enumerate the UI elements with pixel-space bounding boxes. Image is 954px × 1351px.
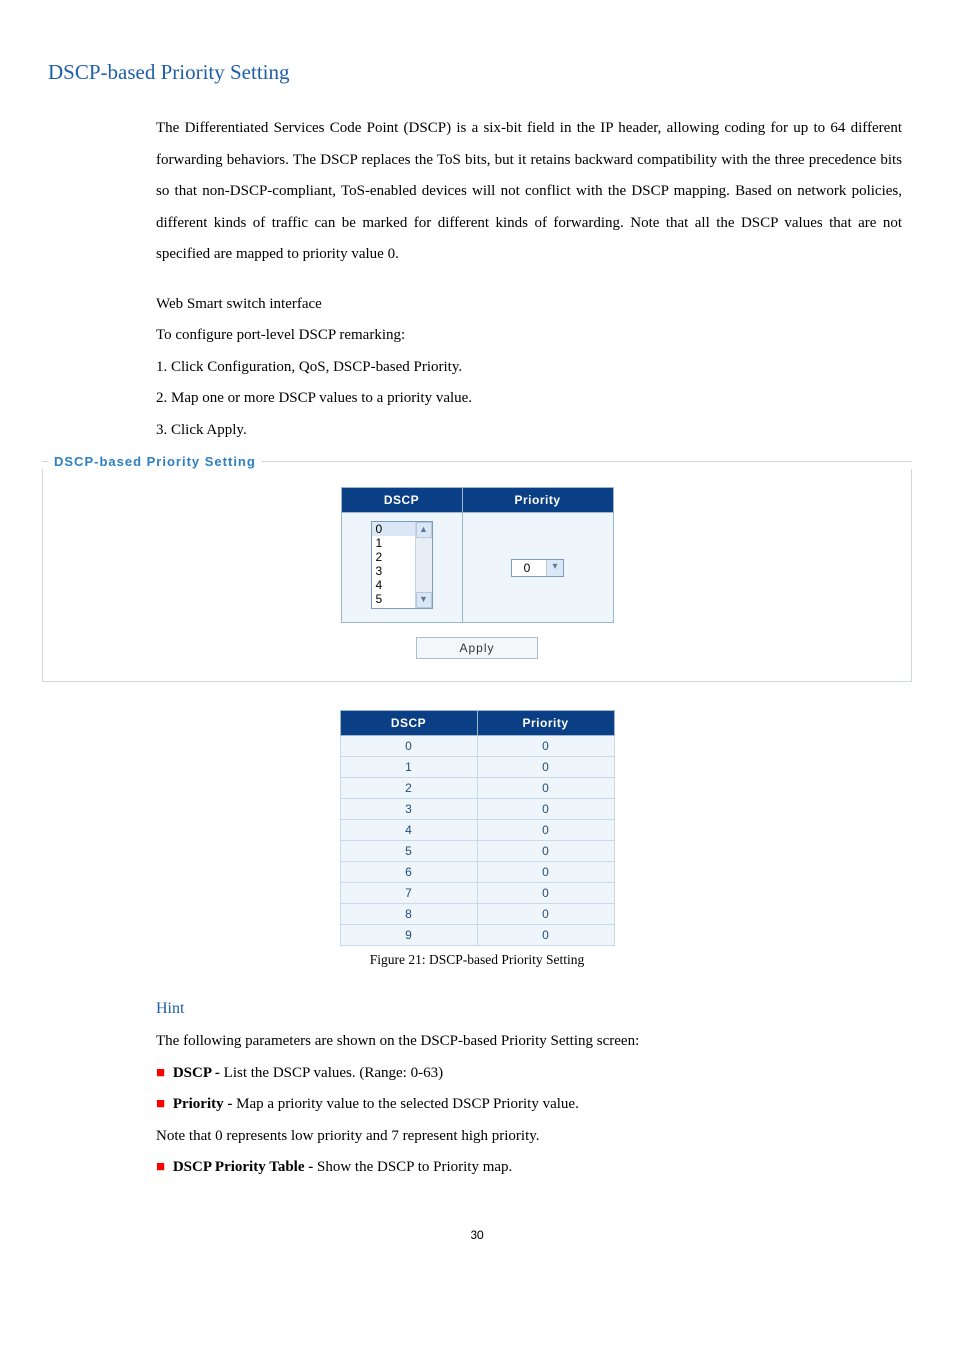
scroll-up-icon[interactable]: ▲	[416, 522, 432, 538]
dscp-priority-panel: DSCP-based Priority Setting DSCP Priorit…	[42, 454, 912, 682]
hint-item-bold: DSCP -	[173, 1065, 224, 1081]
hint-item: ■ DSCP - List the DSCP values. (Range: 0…	[156, 1058, 902, 1090]
hint-item: ■ DSCP Priority Table - Show the DSCP to…	[156, 1152, 902, 1184]
dscp-selection-table: DSCP Priority 0 1 2 3 4 5 ▲ ▼	[341, 487, 614, 623]
priority-select[interactable]: 0 ▾	[511, 559, 564, 577]
step-3: 3. Click Apply.	[156, 415, 902, 447]
page-number: 30	[48, 1228, 906, 1243]
step-2: 2. Map one or more DSCP values to a prio…	[156, 383, 902, 415]
intro-paragraph: The Differentiated Services Code Point (…	[156, 113, 902, 271]
figure-caption: Figure 21: DSCP-based Priority Setting	[48, 952, 906, 968]
table-row: 70	[340, 883, 614, 904]
hint-item-bold: DSCP Priority Table -	[173, 1159, 317, 1175]
panel-legend: DSCP-based Priority Setting	[54, 454, 256, 469]
col-header-dscp: DSCP	[341, 488, 462, 513]
hint-item: ■ Priority - Map a priority value to the…	[156, 1089, 902, 1121]
bullet-icon: ■	[156, 1096, 165, 1112]
col-header-dscp: DSCP	[340, 711, 477, 736]
scrollbar[interactable]: ▲ ▼	[415, 522, 432, 608]
table-row: 50	[340, 841, 614, 862]
hint-title: Hint	[156, 1000, 902, 1018]
hint-intro: The following parameters are shown on th…	[156, 1026, 902, 1058]
table-row: 90	[340, 925, 614, 946]
hint-item-bold: Priority -	[173, 1096, 236, 1112]
dscp-priority-result-table: DSCP Priority 00 10 20 30 40 50 60 70 80…	[340, 710, 615, 946]
hint-item-text: Map a priority value to the selected DSC…	[236, 1096, 579, 1112]
configure-label: To configure port-level DSCP remarking:	[156, 320, 902, 352]
table-row: 30	[340, 799, 614, 820]
dscp-listbox[interactable]: 0 1 2 3 4 5 ▲ ▼	[371, 521, 433, 609]
bullet-icon: ■	[156, 1065, 165, 1081]
hint-item-text: List the DSCP values. (Range: 0-63)	[224, 1065, 443, 1081]
table-row: 60	[340, 862, 614, 883]
bullet-icon: ■	[156, 1159, 165, 1175]
scroll-down-icon[interactable]: ▼	[416, 592, 432, 608]
hint-note: Note that 0 represents low priority and …	[156, 1121, 902, 1153]
table-row: 40	[340, 820, 614, 841]
table-row: 10	[340, 757, 614, 778]
interface-label: Web Smart switch interface	[156, 289, 902, 321]
table-row: 00	[340, 736, 614, 757]
table-row: 80	[340, 904, 614, 925]
priority-select-value: 0	[512, 560, 546, 576]
step-1: 1. Click Configuration, QoS, DSCP-based …	[156, 352, 902, 384]
col-header-priority: Priority	[477, 711, 614, 736]
col-header-priority: Priority	[462, 488, 613, 513]
apply-button[interactable]: Apply	[416, 637, 538, 659]
table-row: 20	[340, 778, 614, 799]
hint-item-text: Show the DSCP to Priority map.	[317, 1159, 512, 1175]
section-title: DSCP-based Priority Setting	[48, 60, 906, 85]
chevron-down-icon[interactable]: ▾	[546, 560, 563, 576]
